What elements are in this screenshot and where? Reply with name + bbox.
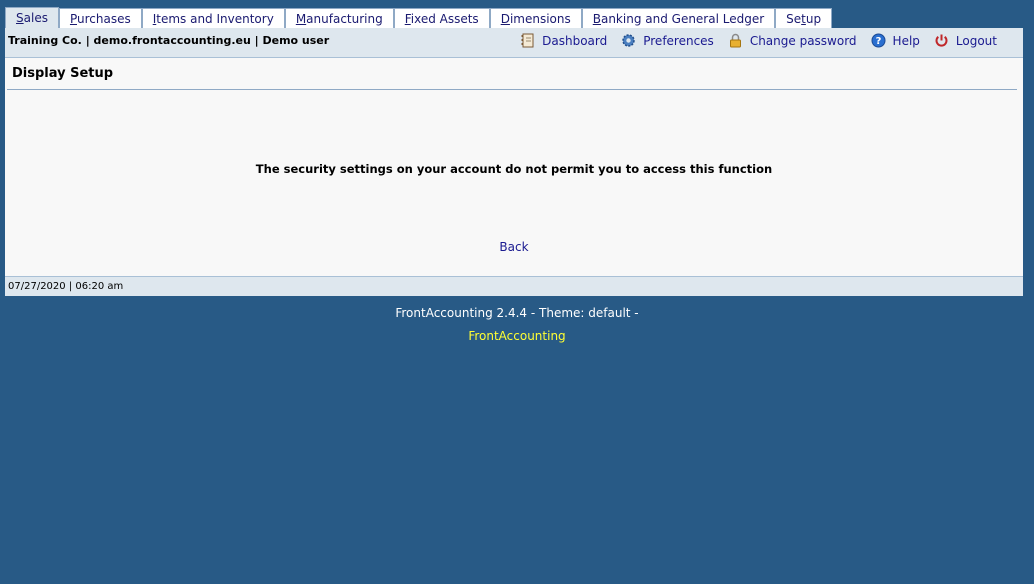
tab-label-rest: up: [805, 12, 822, 26]
tab-label-rest: urchases: [76, 12, 131, 26]
help-link[interactable]: ? Help: [871, 33, 920, 48]
tab-label-key: D: [500, 12, 510, 26]
tab-label-rest: ales: [23, 11, 48, 25]
gear-icon: [621, 33, 636, 48]
change-password-link[interactable]: Change password: [728, 33, 857, 48]
main-frame: Training Co. | demo.frontaccounting.eu |…: [5, 28, 1023, 296]
tab-manufacturing[interactable]: Manufacturing: [284, 8, 394, 28]
tab-label-key: P: [69, 12, 77, 26]
tab-label-key: B: [592, 12, 601, 26]
tab-label-rest: imensions: [509, 12, 571, 26]
header-bar: Training Co. | demo.frontaccounting.eu |…: [5, 28, 1023, 58]
tab-dimensions[interactable]: Dimensions: [489, 8, 582, 28]
status-datetime: 07/27/2020 | 06:20 am: [8, 281, 124, 292]
title-divider: [7, 89, 1017, 90]
tab-label-rest: anking and General Ledger: [600, 12, 765, 26]
tab-label-key: M: [295, 12, 307, 26]
tab-label-key: S: [16, 11, 24, 25]
tab-banking-and-general-ledger[interactable]: Banking and General Ledger: [581, 8, 776, 28]
preferences-label: Preferences: [643, 33, 714, 48]
tab-purchases[interactable]: Purchases: [58, 8, 142, 28]
header-links: Dashboard Preferences Change password ? …: [506, 33, 997, 48]
tab-label-rest: anufacturing: [306, 12, 383, 26]
help-label: Help: [892, 33, 920, 48]
status-bar: 07/27/2020 | 06:20 am: [5, 276, 1023, 296]
back-link[interactable]: Back: [5, 240, 1023, 254]
footer-link[interactable]: FrontAccounting: [0, 329, 1034, 343]
tab-items-and-inventory[interactable]: Items and Inventory: [141, 8, 285, 28]
footer-version: FrontAccounting 2.4.4 - Theme: default -: [395, 306, 639, 320]
change-password-label: Change password: [749, 33, 857, 48]
company-info: Training Co. | demo.frontaccounting.eu |…: [8, 34, 330, 47]
svg-text:?: ?: [875, 36, 881, 47]
preferences-link[interactable]: Preferences: [621, 33, 714, 48]
tab-sales[interactable]: Sales: [5, 7, 59, 28]
tab-fixed-assets[interactable]: Fixed Assets: [393, 8, 490, 28]
tab-label-rest: ixed Assets: [410, 12, 479, 26]
logout-link[interactable]: Logout: [934, 33, 997, 48]
tab-label-pre: Se: [786, 12, 802, 26]
dashboard-label: Dashboard: [542, 33, 608, 48]
dashboard-link[interactable]: Dashboard: [520, 33, 607, 48]
lock-icon: [728, 33, 743, 48]
tab-setup[interactable]: Setup: [775, 8, 833, 28]
help-icon: ?: [871, 33, 886, 48]
tab-label-rest: tems and Inventory: [156, 12, 274, 26]
security-message: The security settings on your account do…: [255, 162, 773, 176]
module-tabs: Sales Purchases Items and Inventory Manu…: [5, 7, 833, 28]
power-icon: [934, 33, 949, 48]
page-title: Display Setup: [12, 66, 114, 81]
dashboard-icon: [520, 33, 535, 48]
logout-label: Logout: [955, 33, 997, 48]
